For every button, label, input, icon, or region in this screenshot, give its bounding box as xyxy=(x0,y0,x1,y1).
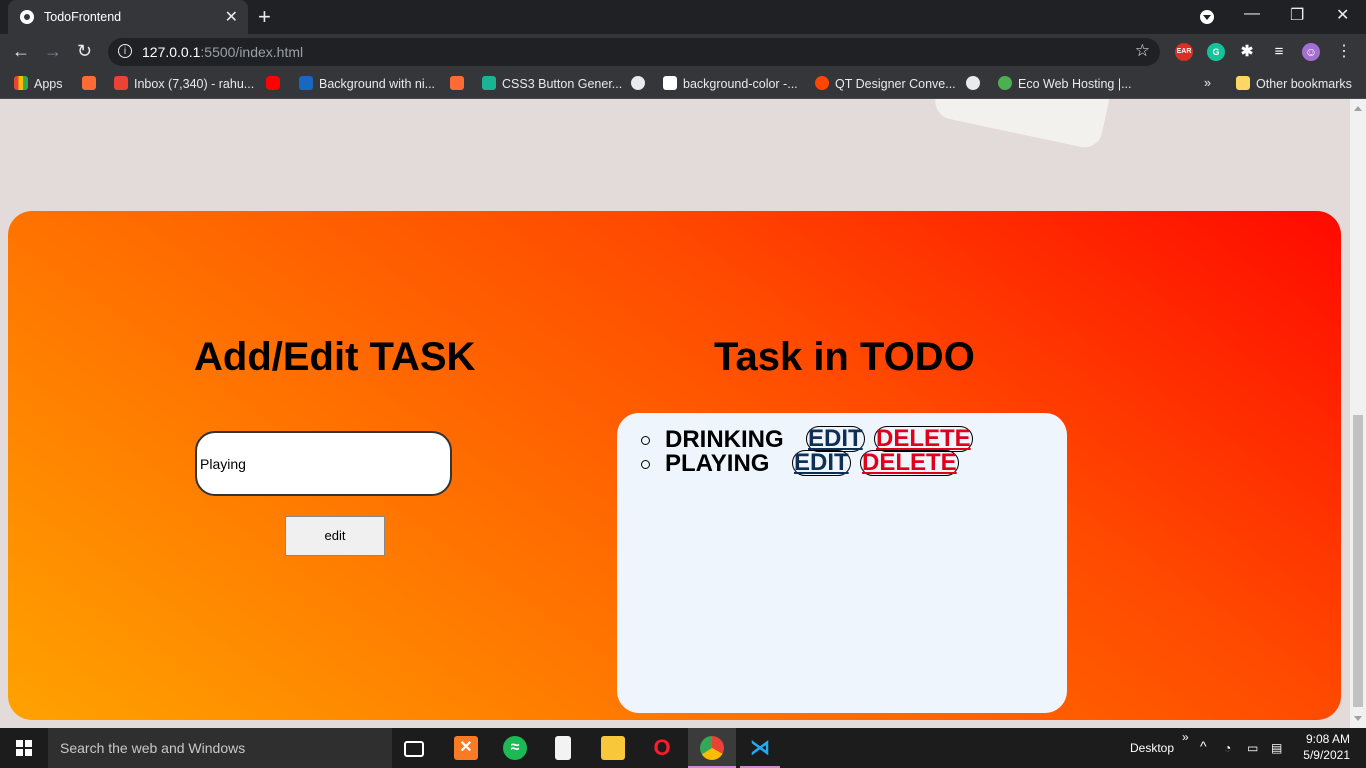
browser-tab-strip: TodoFrontend ✕ + — ❐ ✕ xyxy=(0,0,1366,34)
tab-title: TodoFrontend xyxy=(44,10,122,24)
other-bookmarks[interactable]: Other bookmarks xyxy=(1236,76,1352,91)
grammarly-icon[interactable]: G xyxy=(1207,43,1225,61)
youtube-icon xyxy=(266,76,280,90)
scroll-down-icon[interactable] xyxy=(1354,716,1362,721)
task-list-heading: Task in TODO xyxy=(714,335,975,379)
codepen-icon xyxy=(663,76,677,90)
file-explorer-icon[interactable] xyxy=(601,736,625,760)
forward-arrow-icon[interactable]: → xyxy=(44,41,62,62)
file-icon[interactable] xyxy=(555,736,571,760)
task-list-panel: DRINKING EDIT DELETE PLAYING EDIT DELETE xyxy=(617,413,1067,713)
spotify-icon[interactable]: ≈ xyxy=(503,736,527,760)
bookmarks-overflow[interactable]: » xyxy=(1204,76,1211,90)
todo-card: Add/Edit TASK edit Task in TODO DRINKING… xyxy=(8,211,1341,720)
bookmark-app-icon xyxy=(450,76,464,90)
task-name: DRINKING xyxy=(665,426,784,453)
bookmarks-bar: Apps Inbox (7,340) - rahu... Background … xyxy=(0,70,1366,99)
tab-search-icon[interactable] xyxy=(1200,10,1214,24)
url-text[interactable]: 127.0.0.1:5500/index.html xyxy=(142,44,303,60)
clock-time: 9:08 AM xyxy=(1305,732,1350,746)
globe-icon xyxy=(966,76,980,90)
windows-start-icon[interactable] xyxy=(16,740,32,756)
site-info-icon[interactable]: i xyxy=(118,44,132,58)
chrome-icon[interactable] xyxy=(700,736,724,760)
bullet-icon xyxy=(641,436,650,445)
desktop-toolbar[interactable]: Desktop xyxy=(1130,741,1174,755)
close-tab-icon[interactable]: ✕ xyxy=(225,7,238,27)
bookmark-qt[interactable]: QT Designer Conve... xyxy=(815,76,956,91)
bookmark-apps[interactable]: Apps xyxy=(14,76,63,91)
browser-tab[interactable]: TodoFrontend ✕ xyxy=(8,0,248,34)
wifi-icon[interactable]: ◔ xyxy=(1224,741,1231,755)
bookmark-globe-2[interactable] xyxy=(966,76,986,91)
folder-icon xyxy=(1236,76,1250,90)
browser-toolbar: ← → ↻ i 127.0.0.1:5500/index.html ☆ EAR … xyxy=(0,34,1366,70)
clock-date: 5/9/2021 xyxy=(1303,748,1350,762)
chevron-up-icon[interactable]: ^ xyxy=(1200,738,1207,754)
page-scrollbar[interactable] xyxy=(1350,99,1366,728)
scroll-up-icon[interactable] xyxy=(1354,106,1362,111)
minimize-button[interactable]: — xyxy=(1244,5,1260,23)
task-edit-link[interactable]: EDIT xyxy=(792,450,851,476)
decorative-shape xyxy=(931,99,1119,151)
bookmark-star-icon[interactable]: ☆ xyxy=(1135,41,1150,61)
apps-grid-icon xyxy=(14,76,28,90)
bookmark-app-1[interactable] xyxy=(82,76,102,91)
vuetify-icon xyxy=(299,76,313,90)
notification-icon[interactable]: ▤ xyxy=(1271,741,1282,755)
bookmark-css3[interactable]: CSS3 Button Gener... xyxy=(482,76,622,91)
edit-button[interactable]: edit xyxy=(285,516,385,556)
back-arrow-icon[interactable]: ← xyxy=(12,41,30,62)
globe-icon xyxy=(20,10,34,24)
globe-icon xyxy=(631,76,645,90)
task-view-icon[interactable] xyxy=(404,741,424,757)
leaf-icon xyxy=(998,76,1012,90)
gmail-icon xyxy=(114,76,128,90)
bookmark-app-icon xyxy=(82,76,96,90)
reload-icon[interactable]: ↻ xyxy=(77,41,92,62)
vscode-icon[interactable]: ⋊ xyxy=(748,736,772,760)
toolbar-overflow[interactable]: » xyxy=(1182,730,1189,744)
bookmark-bgcolor[interactable]: background-color -... xyxy=(663,76,798,91)
scroll-thumb[interactable] xyxy=(1353,415,1363,707)
bookmark-background[interactable]: Background with ni... xyxy=(299,76,435,91)
bookmark-gmail[interactable]: Inbox (7,340) - rahu... xyxy=(114,76,254,91)
page-viewport: Add/Edit TASK edit Task in TODO DRINKING… xyxy=(0,99,1350,728)
restore-button[interactable]: ❐ xyxy=(1290,5,1304,25)
task-name: PLAYING xyxy=(665,450,770,477)
add-edit-heading: Add/Edit TASK xyxy=(194,335,476,379)
menu-kebab-icon[interactable]: ⋮ xyxy=(1336,41,1352,61)
reddit-icon xyxy=(815,76,829,90)
address-bar[interactable]: i 127.0.0.1:5500/index.html ☆ xyxy=(108,38,1160,66)
bookmark-eco[interactable]: Eco Web Hosting |... xyxy=(998,76,1131,91)
opera-icon[interactable]: O xyxy=(650,736,674,760)
task-input[interactable] xyxy=(195,431,452,496)
ear-icon[interactable]: EAR xyxy=(1175,43,1193,61)
task-delete-link[interactable]: DELETE xyxy=(860,450,959,476)
bullet-icon xyxy=(641,460,650,469)
puzzle-icon[interactable]: ✱ xyxy=(1238,43,1256,61)
new-tab-button[interactable]: + xyxy=(258,4,271,30)
bookmark-app-2[interactable] xyxy=(450,76,470,91)
bookmark-globe-1[interactable] xyxy=(631,76,651,91)
xampp-icon[interactable]: ✕ xyxy=(454,736,478,760)
taskbar-clock[interactable]: 9:08 AM 5/9/2021 xyxy=(1296,731,1350,763)
taskbar-search[interactable]: Search the web and Windows xyxy=(48,728,392,768)
bookmark-youtube[interactable] xyxy=(266,76,286,91)
media-icon[interactable]: ≡ xyxy=(1270,43,1288,61)
windows-taskbar: Search the web and Windows ✕ ≈ O ⋊ Deskt… xyxy=(0,728,1366,768)
close-window-button[interactable]: ✕ xyxy=(1336,5,1349,25)
download-icon xyxy=(482,76,496,90)
battery-icon[interactable]: ▭ xyxy=(1247,741,1258,755)
profile-avatar[interactable]: ☺ xyxy=(1302,43,1320,61)
